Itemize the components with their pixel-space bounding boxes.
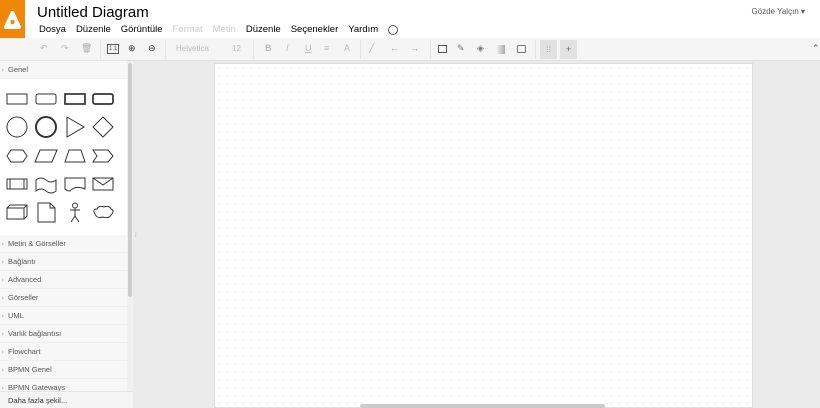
zoom-in-icon[interactable]: ⊕ (128, 43, 136, 54)
section-flowchart[interactable]: Flowchart (0, 343, 127, 361)
arrow-right-icon[interactable]: → (410, 43, 419, 53)
menu-help[interactable]: Yardım (348, 24, 378, 35)
cloud-shape (93, 205, 114, 219)
fill-color-icon[interactable]: ◈ (477, 43, 484, 54)
hexagon-shape (6, 149, 28, 163)
line-color-icon[interactable]: ✎ (457, 43, 465, 54)
rounded-rectangle-shape (35, 93, 57, 105)
menu-text[interactable]: Metin (213, 24, 236, 35)
parallelogram-shape (34, 149, 58, 163)
section-images[interactable]: Görseller (0, 289, 127, 307)
italic-icon[interactable]: I (286, 43, 289, 53)
bold-icon[interactable]: B (265, 43, 272, 53)
shadow-icon[interactable] (517, 45, 526, 53)
menu-format[interactable]: Format (173, 24, 203, 35)
section-uml[interactable]: UML (0, 307, 127, 325)
line-icon[interactable]: ╱ (369, 43, 374, 54)
undo-icon[interactable]: ↶ (40, 43, 48, 54)
section-text-images[interactable]: Metin & Görseller (0, 235, 127, 253)
horizontal-scrollbar[interactable] (360, 404, 605, 408)
tape-shape (35, 177, 57, 194)
rectangle-shape (6, 93, 28, 105)
collapse-icon[interactable]: ⌃ (812, 43, 820, 54)
diagram-page[interactable] (214, 63, 753, 408)
section-connection[interactable]: Bağlantı (0, 253, 127, 271)
guides-icon[interactable]: + (560, 40, 577, 59)
font-color-icon[interactable]: A (344, 43, 350, 53)
trapezoid-shape (64, 149, 86, 163)
align-icon[interactable]: ≡ (324, 43, 329, 53)
menu-file[interactable]: Dosya (39, 24, 66, 35)
actor-shape (70, 202, 80, 223)
menu-options[interactable]: Seçenekler (291, 24, 339, 35)
menu-view[interactable]: Görüntüle (121, 24, 163, 35)
actual-size-icon[interactable]: 1:1 (107, 44, 120, 54)
menu-edit[interactable]: Düzenle (76, 24, 111, 35)
circle-shape (6, 116, 28, 138)
arrow-left-icon[interactable]: ← (390, 43, 399, 53)
message-shape (92, 177, 114, 191)
step-shape (92, 149, 114, 163)
section-genel[interactable]: Genel (0, 61, 127, 79)
language-globe-icon[interactable] (388, 24, 399, 35)
font-family-select[interactable]: Helvetica (176, 44, 209, 53)
zoom-out-icon[interactable]: ⊖ (148, 43, 156, 54)
canvas-area[interactable]: ⁞ (133, 61, 820, 408)
double-circle-shape (35, 116, 57, 138)
redo-icon[interactable]: ↷ (61, 43, 69, 54)
shape-palette (6, 93, 114, 223)
document-shape (64, 177, 86, 192)
menu-bar: Dosya Düzenle Görüntüle Format Metin Düz… (39, 24, 399, 35)
user-name: Gözde Yalçın (751, 7, 799, 16)
grid-icon[interactable]: ⁞⁞ (540, 40, 557, 59)
section-bpmn-general[interactable]: BPMN Genel (0, 361, 127, 379)
app-logo (0, 0, 25, 38)
section-advanced[interactable]: Advanced (0, 271, 127, 289)
underline-icon[interactable]: U (305, 43, 312, 53)
bold-rectangle-shape (64, 93, 86, 105)
cube-shape (6, 204, 28, 220)
image-icon[interactable] (438, 45, 447, 53)
triangle-shape (66, 116, 85, 138)
shape-sidebar: Genel Metin & Görseller Bağlantı Advance… (0, 61, 127, 408)
bold-rounded-rectangle-shape (92, 93, 114, 105)
sidebar-scroll-thumb[interactable] (128, 63, 132, 297)
diamond-shape (92, 116, 114, 138)
section-entity-relation[interactable]: Varlık bağlantısı (0, 325, 127, 343)
diagram-title[interactable]: Untitled Diagram (37, 4, 149, 21)
note-shape (37, 202, 56, 223)
toolbar: ↶ ↷ 🗑 1:1 ⊕ ⊖ Helvetica 12 B I U ≡ A ╱ ←… (0, 38, 820, 61)
more-shapes-button[interactable]: Daha fazla şekil... (0, 391, 133, 408)
delete-icon[interactable]: 🗑 (81, 43, 92, 54)
menu-arrange[interactable]: Düzenle (246, 24, 281, 35)
gradient-icon[interactable] (497, 45, 505, 54)
process-shape (6, 178, 28, 190)
sidebar-resize-handle[interactable]: ⁞ (135, 233, 137, 239)
user-menu[interactable]: Gözde Yalçın ▾ (751, 7, 805, 16)
font-size-input[interactable]: 12 (232, 44, 241, 53)
